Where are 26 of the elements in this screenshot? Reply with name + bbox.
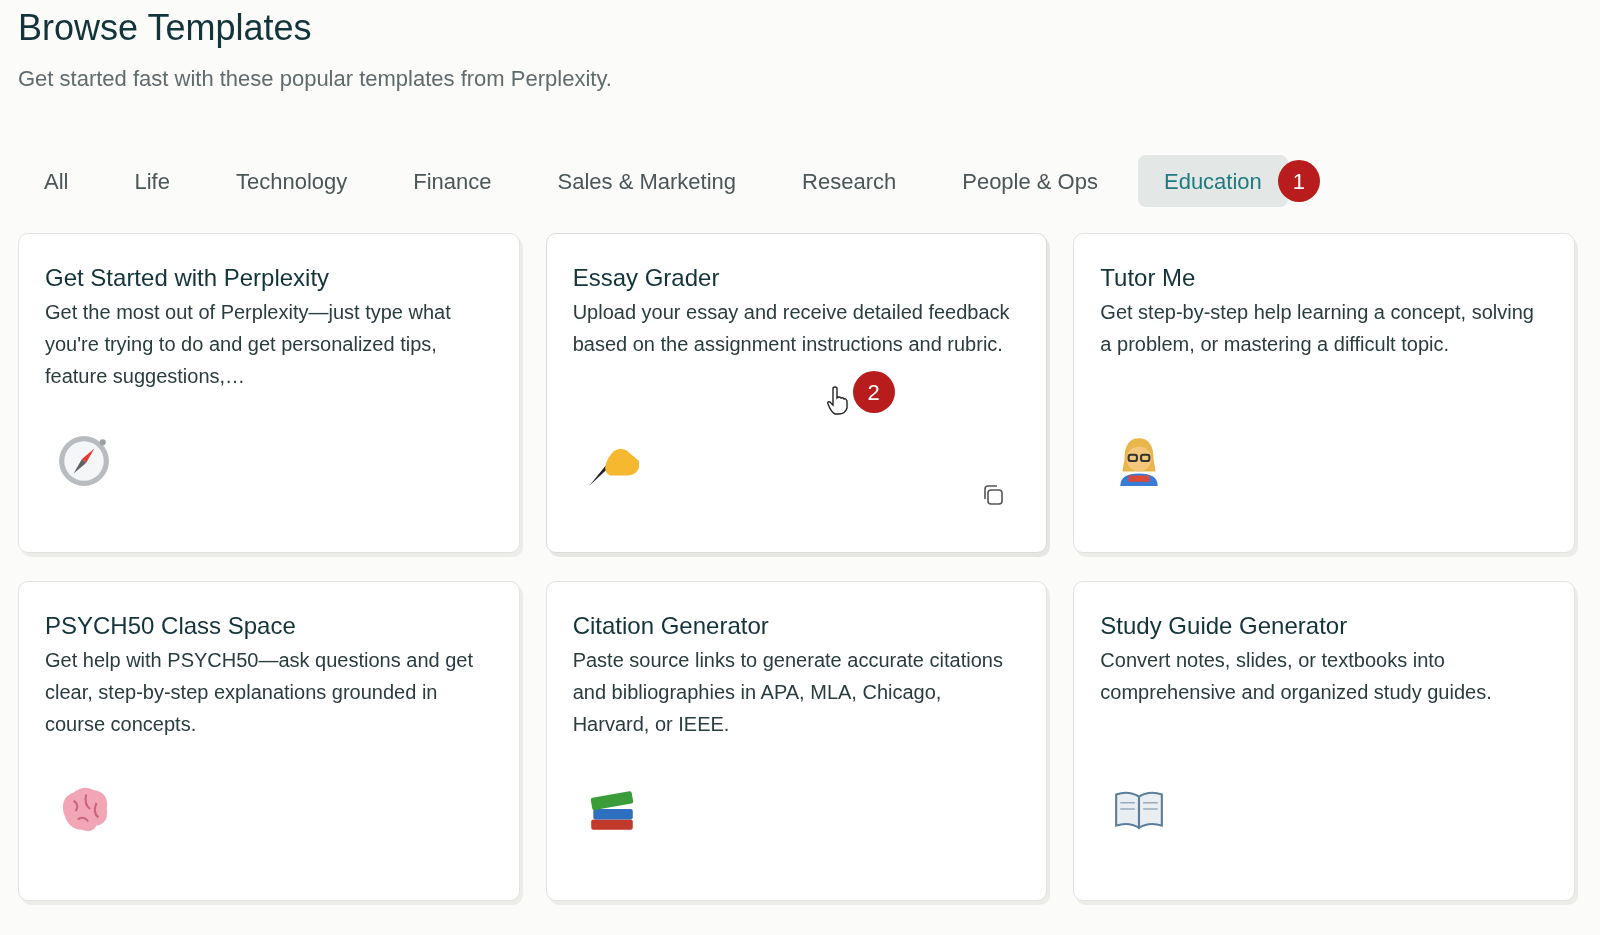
card-description: Get help with PSYCH50—ask questions and get clear, step-by-step explanations grounded in course concepts.: [45, 648, 475, 737]
card-title: Get Started with Perplexity: [45, 263, 330, 293]
category-tab[interactable]: Finance: [387, 155, 518, 207]
card-description: Get step-by-step help learning a concept, solving a problem, or mastering a difficult topic.: [1100, 300, 1535, 357]
page-subtitle: Get started fast with these popular templates from Perplexity.: [18, 65, 612, 93]
card-title: Citation Generator: [572, 611, 769, 641]
category-tab[interactable]: All: [18, 155, 95, 207]
hand-cursor-icon: [824, 386, 849, 416]
card-title: Study Guide Generator: [1100, 611, 1348, 641]
card-description: Upload your essay and receive detailed feedback based on the assignment instructions and rubric.: [572, 300, 1011, 357]
card-title: Essay Grader: [572, 263, 720, 293]
category-tab[interactable]: Research: [776, 155, 923, 207]
category-tab[interactable]: People & Ops: [936, 155, 1124, 207]
page-title: Browse Templates: [18, 6, 312, 50]
card-description: Get the most out of Perplexity—just type what you're trying to do and get personalized tips, feature suggestions,…: [45, 300, 452, 389]
category-tab[interactable]: Education: [1137, 155, 1288, 207]
card-description: Paste source links to generate accurate citations and bibliographies in APA, MLA, Chicago, Harvard, or IEEE.: [572, 648, 1004, 737]
category-tab[interactable]: Sales & Marketing: [531, 155, 763, 207]
category-tab[interactable]: Technology: [209, 155, 374, 207]
card-title: Tutor Me: [1100, 263, 1196, 293]
category-tab[interactable]: Life: [108, 155, 196, 207]
copy-icon[interactable]: [982, 484, 1005, 506]
number-badge: 2: [852, 371, 895, 413]
card-title: PSYCH50 Class Space: [45, 611, 296, 641]
compass-icon: [57, 434, 111, 488]
card-description: Convert notes, slides, or textbooks into comprehensive and organized study guides.: [1100, 648, 1493, 705]
